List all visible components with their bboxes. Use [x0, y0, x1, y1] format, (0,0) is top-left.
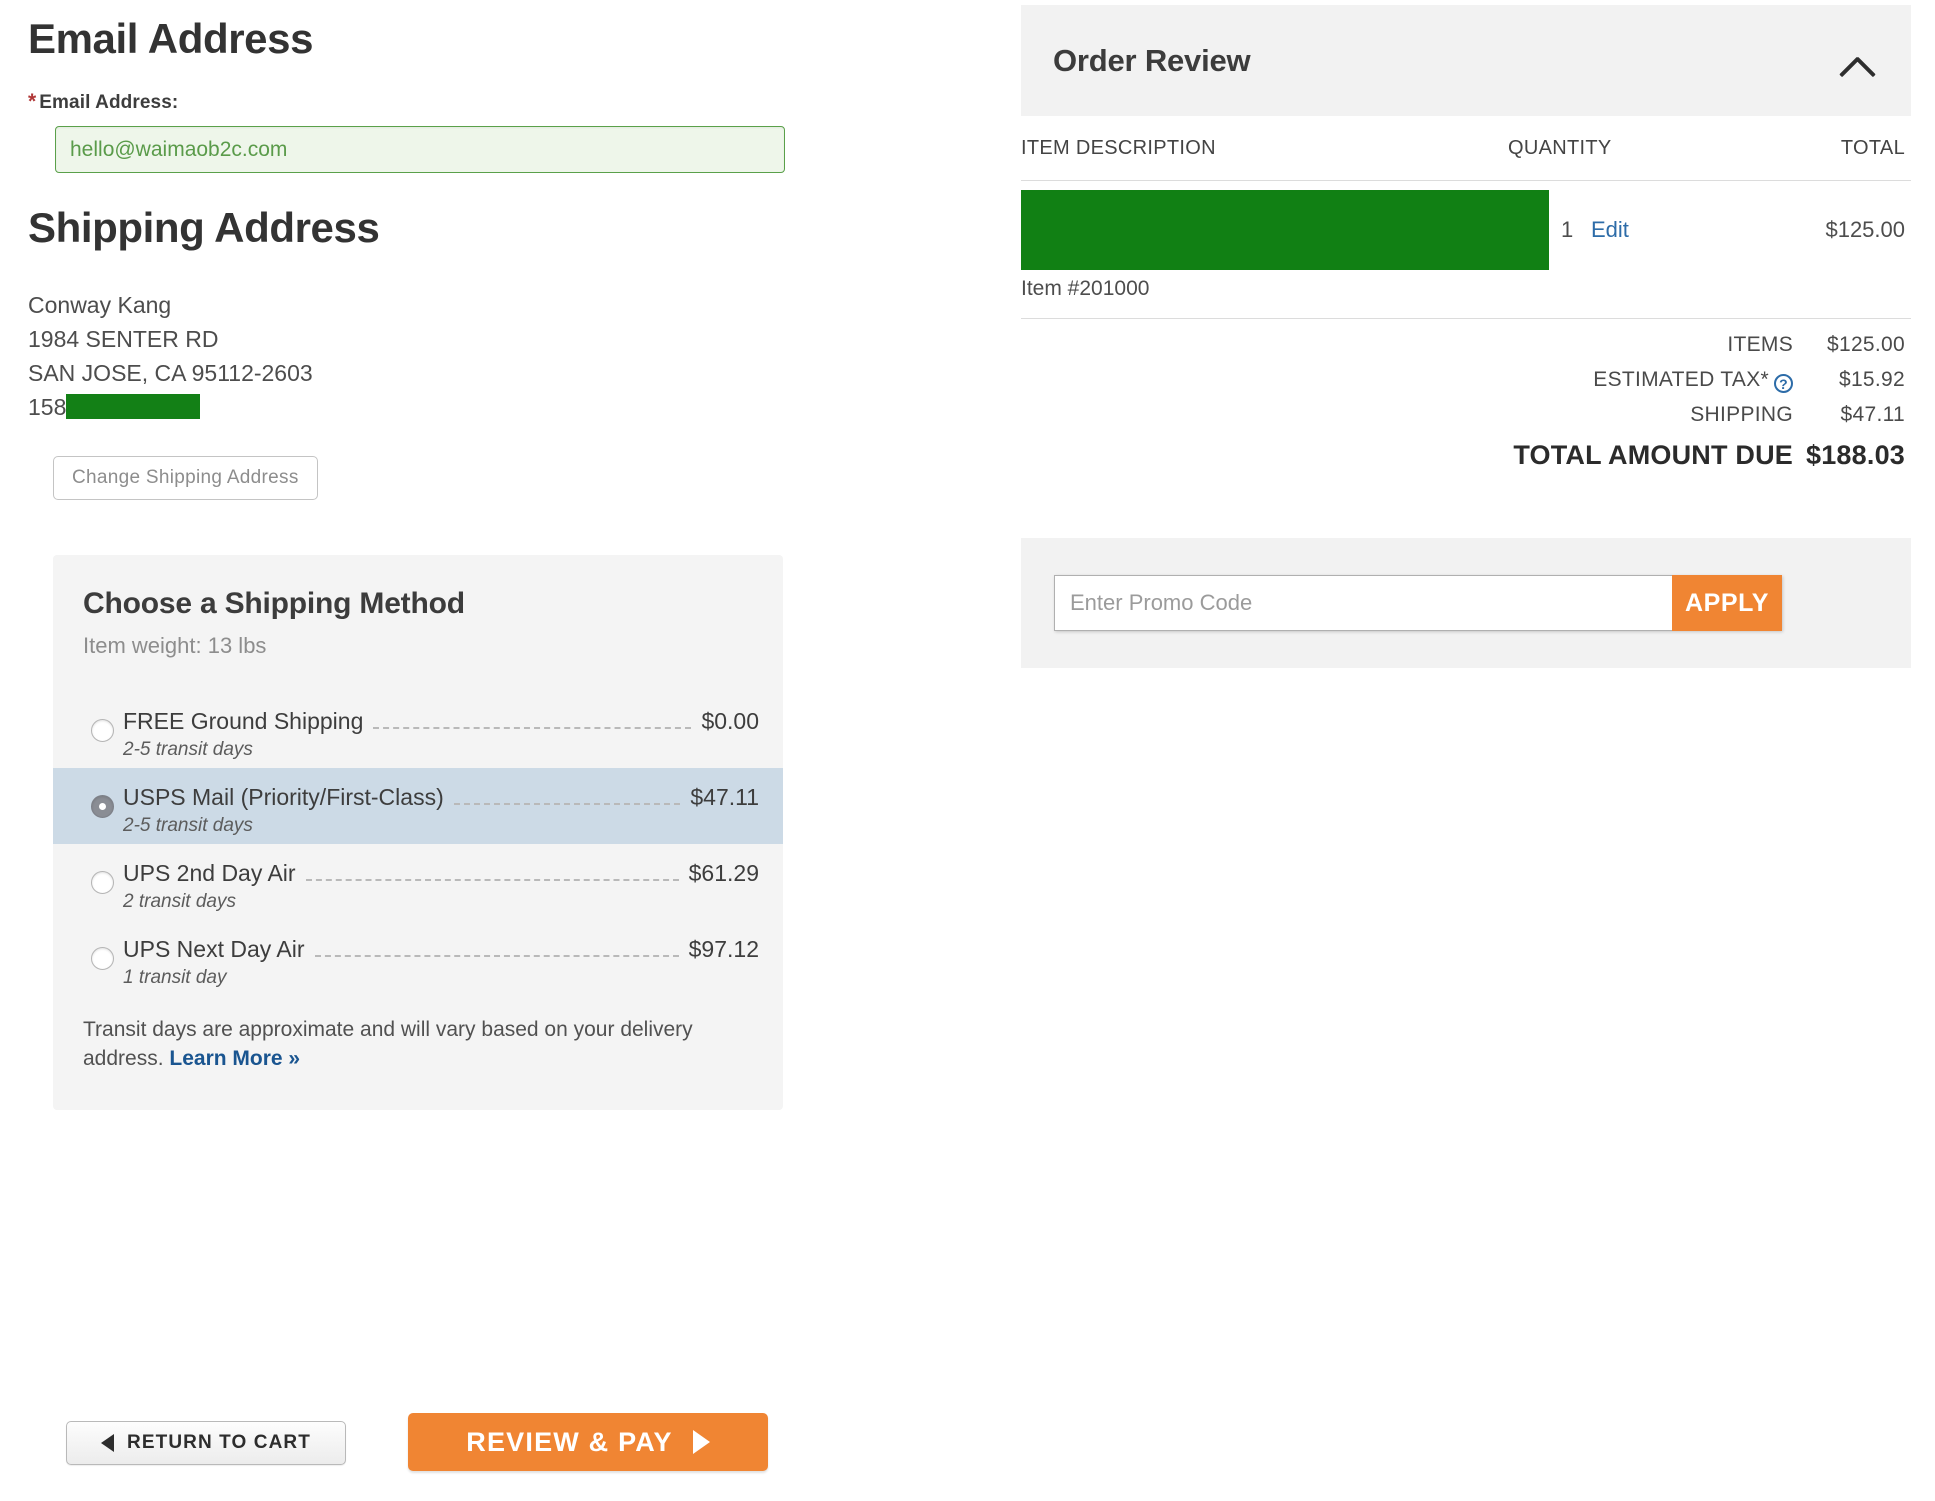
review-and-pay-label: REVIEW & PAY — [466, 1426, 673, 1457]
totals-value: $47.11 — [1840, 403, 1905, 426]
email-label-text: Email Address: — [39, 92, 179, 113]
review-and-pay-button[interactable]: REVIEW & PAY — [408, 1413, 768, 1471]
chevron-up-icon[interactable] — [1841, 53, 1869, 81]
shipping-option-ups-next-day[interactable]: UPS Next Day Air $97.12 1 transit day — [53, 920, 783, 996]
grand-total-label: TOTAL AMOUNT DUE — [1513, 440, 1793, 470]
grand-total-value: $188.03 — [1806, 440, 1905, 470]
item-weight-text: Item weight: 13 lbs — [83, 633, 267, 658]
address-city-state-zip: SAN JOSE, CA 95112-2603 — [28, 360, 313, 386]
help-question-icon[interactable]: ? — [1774, 374, 1793, 393]
item-quantity: 1 — [1561, 217, 1574, 242]
shipping-option-usps-mail[interactable]: USPS Mail (Priority/First-Class) $47.11 … — [53, 768, 783, 844]
shipping-option-name: UPS Next Day Air — [123, 936, 305, 962]
column-header-description: ITEM DESCRIPTION — [1021, 136, 1216, 159]
order-item-row: 1 Edit $125.00 Item #201000 — [1021, 180, 1911, 300]
shipping-option-transit: 2-5 transit days — [123, 739, 253, 760]
totals-value: $125.00 — [1826, 333, 1905, 356]
shipping-option-name: UPS 2nd Day Air — [123, 860, 296, 886]
order-review-column: Order Review ITEM DESCRIPTION QUANTITY T… — [1021, 5, 1911, 668]
shipping-option-price: $97.12 — [688, 936, 759, 962]
shipping-method-title: Choose a Shipping Method — [83, 587, 465, 620]
transit-days-note: Transit days are approximate and will va… — [83, 1015, 743, 1073]
change-shipping-address-button[interactable]: Change Shipping Address — [53, 456, 318, 500]
column-header-quantity: QUANTITY — [1508, 136, 1612, 159]
address-street: 1984 SENTER RD — [28, 326, 219, 352]
totals-label: ESTIMATED TAX* — [1593, 368, 1769, 391]
shipping-option-price: $47.11 — [690, 784, 759, 810]
order-review-title: Order Review — [1053, 42, 1251, 78]
learn-more-link[interactable]: Learn More » — [169, 1047, 300, 1070]
radio-icon-usps-mail[interactable] — [91, 795, 114, 818]
address-name: Conway Kang — [28, 292, 172, 318]
shipping-option-price: $0.00 — [701, 708, 759, 734]
leader-line — [314, 955, 679, 957]
totals-label: ITEMS — [1727, 333, 1793, 356]
leader-line — [373, 727, 692, 729]
arrow-right-icon — [692, 1430, 710, 1454]
shipping-address-heading: Shipping Address — [28, 204, 380, 251]
shipping-option-name: FREE Ground Shipping — [123, 708, 364, 734]
promo-code-panel: APPLY — [1021, 538, 1911, 668]
edit-item-link[interactable]: Edit — [1591, 217, 1629, 243]
order-totals: ITEMS $125.00 ESTIMATED TAX*? $15.92 SHI… — [1021, 319, 1911, 486]
radio-icon-ups-2nd-day[interactable] — [91, 871, 114, 894]
radio-icon-free-ground[interactable] — [91, 719, 114, 742]
shipping-option-transit: 1 transit day — [123, 967, 227, 988]
totals-value: $15.92 — [1838, 368, 1905, 391]
promo-code-input[interactable] — [1054, 575, 1672, 631]
shipping-option-ups-2nd-day[interactable]: UPS 2nd Day Air $61.29 2 transit days — [53, 844, 783, 920]
totals-label: SHIPPING — [1690, 403, 1793, 426]
address-phone: 158 — [28, 390, 313, 424]
order-review-header[interactable]: Order Review — [1021, 5, 1911, 116]
shipping-method-panel: Choose a Shipping Method Item weight: 13… — [53, 555, 783, 1110]
promo-input-group: APPLY — [1054, 575, 1782, 631]
shipping-option-price: $61.29 — [688, 860, 759, 886]
phone-prefix: 158 — [28, 394, 67, 420]
shipping-option-transit: 2 transit days — [123, 891, 236, 912]
totals-label-wrap: ESTIMATED TAX*? — [1593, 368, 1793, 393]
order-review-column-headers: ITEM DESCRIPTION QUANTITY TOTAL — [1021, 116, 1911, 180]
return-to-cart-label: RETURN TO CART — [127, 1432, 311, 1453]
item-sku-number: Item #201000 — [1021, 277, 1150, 300]
totals-row-shipping: SHIPPING $47.11 — [1021, 403, 1911, 438]
totals-row-grand-total: TOTAL AMOUNT DUE $188.03 — [1021, 438, 1911, 486]
column-header-total: TOTAL — [1840, 136, 1905, 159]
leader-line — [305, 879, 679, 881]
email-input[interactable] — [55, 126, 785, 173]
redaction-bar-phone — [66, 394, 201, 419]
leader-line — [453, 803, 681, 805]
apply-promo-button[interactable]: APPLY — [1672, 575, 1782, 631]
arrow-left-icon — [101, 1434, 115, 1452]
shipping-option-name: USPS Mail (Priority/First-Class) — [123, 784, 444, 810]
shipping-option-transit: 2-5 transit days — [123, 815, 253, 836]
checkout-page: Email Address *Email Address: Shipping A… — [0, 0, 1935, 1501]
email-field-label: * Email Address: — [28, 90, 178, 114]
totals-row-items: ITEMS $125.00 — [1021, 333, 1911, 368]
return-to-cart-button[interactable]: RETURN TO CART — [66, 1421, 346, 1465]
totals-row-estimated-tax: ESTIMATED TAX*? $15.92 — [1021, 368, 1911, 403]
shipping-option-free-ground[interactable]: FREE Ground Shipping $0.00 2-5 transit d… — [53, 692, 783, 768]
shipping-options-list: FREE Ground Shipping $0.00 2-5 transit d… — [53, 692, 783, 996]
redaction-bar-item-name — [1021, 190, 1549, 270]
item-total-price: $125.00 — [1825, 217, 1905, 242]
radio-icon-ups-next-day[interactable] — [91, 947, 114, 970]
shipping-address-block: Conway Kang 1984 SENTER RD SAN JOSE, CA … — [28, 288, 313, 424]
email-section-heading: Email Address — [28, 15, 314, 62]
required-asterisk-icon: * — [28, 90, 37, 113]
